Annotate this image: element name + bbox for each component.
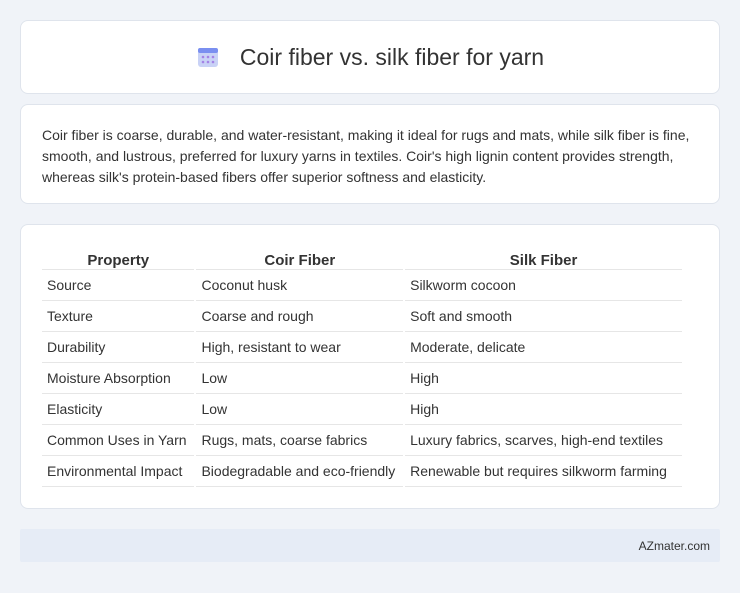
table-cell: High xyxy=(405,363,682,394)
column-header-coir: Coir Fiber xyxy=(196,245,404,270)
table-cell: Moderate, delicate xyxy=(405,332,682,363)
table-cell: Elasticity xyxy=(42,394,195,425)
table-cell: Luxury fabrics, scarves, high-end textil… xyxy=(405,425,682,456)
table-row: Texture Coarse and rough Soft and smooth xyxy=(42,301,682,332)
table-cell: Soft and smooth xyxy=(405,301,682,332)
site-link[interactable]: AZmater.com xyxy=(639,539,710,553)
summary-card: Coir fiber is coarse, durable, and water… xyxy=(20,104,720,204)
table-cell: Texture xyxy=(42,301,195,332)
table-row: Source Coconut husk Silkworm cocoon xyxy=(42,270,682,301)
table-cell: Coarse and rough xyxy=(196,301,404,332)
table-row: Elasticity Low High xyxy=(42,394,682,425)
table-cell: Common Uses in Yarn xyxy=(42,425,195,456)
table-cell: Low xyxy=(196,363,404,394)
table-cell: Renewable but requires silkworm farming xyxy=(405,456,682,487)
calendar-icon xyxy=(196,45,220,69)
table-cell: Coconut husk xyxy=(196,270,404,301)
column-header-silk: Silk Fiber xyxy=(405,245,682,270)
table-cell: Biodegradable and eco-friendly xyxy=(196,456,404,487)
column-header-property: Property xyxy=(42,245,195,270)
title-card: Coir fiber vs. silk fiber for yarn xyxy=(20,20,720,94)
table-cell: Moisture Absorption xyxy=(42,363,195,394)
table-cell: Environmental Impact xyxy=(42,456,195,487)
table-cell: Rugs, mats, coarse fabrics xyxy=(196,425,404,456)
footer: AZmater.com xyxy=(20,529,720,562)
table-cell: Source xyxy=(42,270,195,301)
summary-text: Coir fiber is coarse, durable, and water… xyxy=(42,127,690,185)
table-row: Durability High, resistant to wear Moder… xyxy=(42,332,682,363)
table-row: Environmental Impact Biodegradable and e… xyxy=(42,456,682,487)
table-header-row: Property Coir Fiber Silk Fiber xyxy=(42,245,682,270)
table-cell: High xyxy=(405,394,682,425)
table-row: Common Uses in Yarn Rugs, mats, coarse f… xyxy=(42,425,682,456)
table-cell: High, resistant to wear xyxy=(196,332,404,363)
comparison-card: Property Coir Fiber Silk Fiber Source Co… xyxy=(20,224,720,509)
table-row: Moisture Absorption Low High xyxy=(42,363,682,394)
comparison-table: Property Coir Fiber Silk Fiber Source Co… xyxy=(40,245,684,487)
table-cell: Durability xyxy=(42,332,195,363)
page-title: Coir fiber vs. silk fiber for yarn xyxy=(239,43,545,70)
table-cell: Low xyxy=(196,394,404,425)
table-cell: Silkworm cocoon xyxy=(405,270,682,301)
